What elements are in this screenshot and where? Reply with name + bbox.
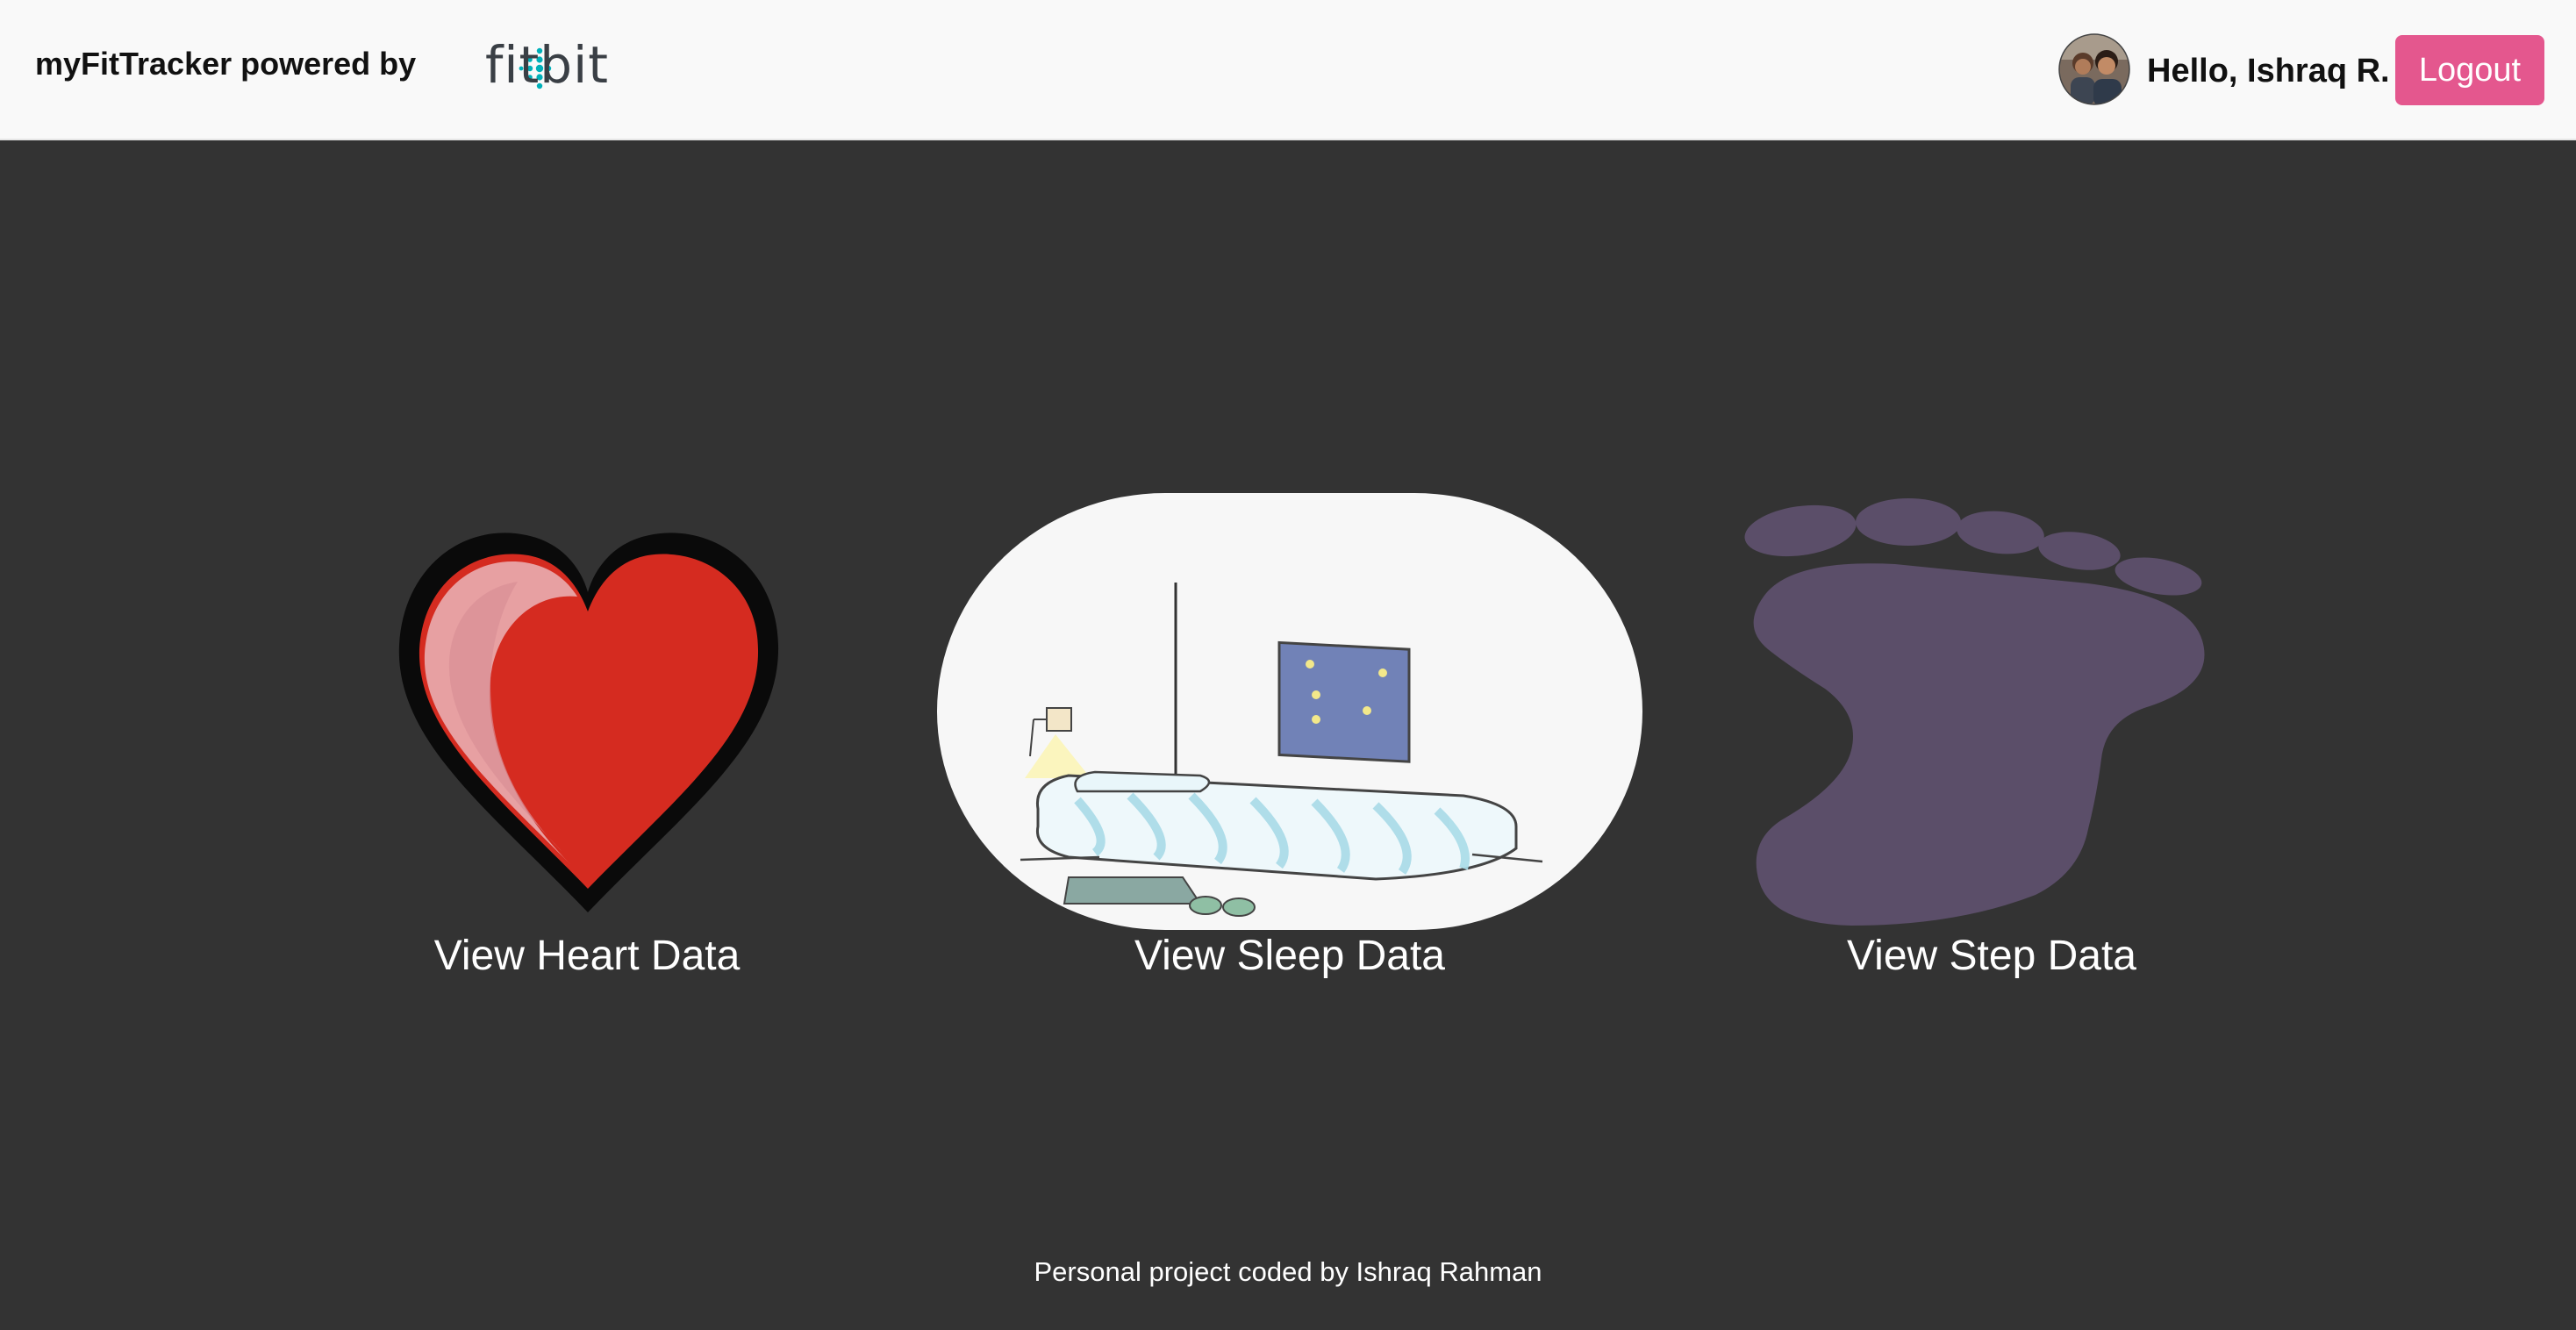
fitbit-logo-text: fitbit [485, 35, 609, 95]
footprint-icon[interactable] [1737, 496, 2246, 930]
user-greeting: Hello, Ishraq R. [2147, 53, 2390, 89]
brand-title: myFitTracker powered by [35, 46, 417, 82]
sleep-data-card[interactable] [937, 493, 1642, 930]
footer-credit: Personal project coded by Ishraq Rahman [1034, 1256, 1542, 1287]
sleep-data-label[interactable]: View Sleep Data [1134, 932, 1445, 980]
bed-icon[interactable] [937, 493, 1642, 930]
step-data-label[interactable]: View Step Data [1847, 932, 2136, 980]
step-data-card[interactable] [1737, 496, 2246, 930]
heart-data-label[interactable]: View Heart Data [434, 932, 741, 980]
avatar-icon[interactable] [2058, 33, 2130, 105]
top-navbar: myFitTracker powered by fitbit Hello, Is… [0, 0, 2576, 140]
heart-data-card[interactable] [386, 513, 790, 926]
heart-icon[interactable] [386, 513, 790, 926]
logout-button[interactable]: Logout [2395, 35, 2544, 105]
